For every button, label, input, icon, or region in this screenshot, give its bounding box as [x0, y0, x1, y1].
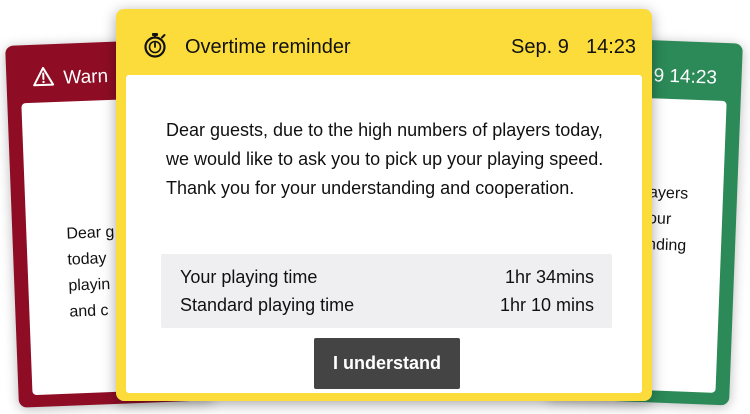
info-card-datetime: 9 14:23	[653, 65, 718, 89]
i-understand-button[interactable]: I understand	[314, 338, 460, 389]
reminder-date: Sep. 9	[511, 36, 569, 58]
reminder-message: Dear guests, due to the high numbers of …	[166, 120, 604, 198]
playing-time-table: Your playing time 1hr 34mins Standard pl…	[161, 254, 612, 328]
standard-playing-time-value: 1hr 10 mins	[499, 295, 594, 315]
warning-card-title: Warn	[63, 65, 109, 89]
standard-playing-time-label: Standard playing time	[180, 295, 355, 315]
warning-card-header: Warn	[32, 64, 109, 93]
your-playing-time-value: 1hr 34mins	[504, 267, 594, 287]
warning-triangle-icon	[32, 66, 55, 93]
reminder-title: Overtime reminder	[185, 36, 351, 58]
warning-card-message: Dear g today playin and c	[66, 223, 115, 321]
info-card-message: ayers our nding	[646, 184, 689, 255]
stopwatch-icon	[142, 32, 168, 58]
your-playing-time-label: Your playing time	[180, 267, 318, 287]
reminder-titlebar: Overtime reminder Sep. 9 14:23	[116, 9, 652, 77]
overtime-reminder-card: Overtime reminder Sep. 9 14:23 Dear gues…	[116, 9, 652, 401]
reminder-time: 14:23	[586, 36, 637, 58]
reminder-content: Dear guests, due to the high numbers of …	[126, 75, 642, 393]
